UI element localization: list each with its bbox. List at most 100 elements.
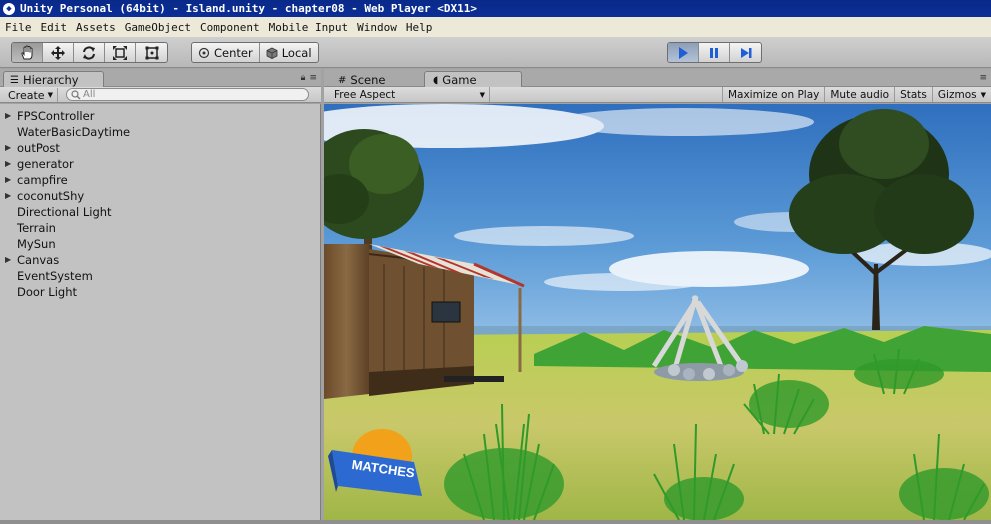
aspect-label: Free Aspect <box>334 88 396 101</box>
chevron-down-icon: ▼ <box>479 90 485 99</box>
game-tab-label: Game <box>442 73 477 87</box>
maximize-on-play-button[interactable]: Maximize on Play <box>721 87 824 102</box>
pivot-center-icon <box>198 47 210 58</box>
step-button[interactable] <box>730 43 761 62</box>
expand-arrow-icon[interactable]: ▶ <box>5 108 11 124</box>
hierarchy-item-fpscontroller[interactable]: ▶ FPSController <box>0 108 320 124</box>
status-bar <box>0 520 991 524</box>
hierarchy-item-label: Canvas <box>17 253 60 267</box>
menu-edit[interactable]: Edit <box>36 21 72 34</box>
menu-file[interactable]: File <box>0 21 36 34</box>
hierarchy-item-label: Directional Light <box>17 205 112 219</box>
hierarchy-item-generator[interactable]: ▶ generator <box>0 156 320 172</box>
menu-mobile-input[interactable]: Mobile Input <box>264 21 352 34</box>
hierarchy-item-canvas[interactable]: ▶ Canvas <box>0 252 320 268</box>
chevron-down-icon: ▼ <box>47 91 53 99</box>
scene-grid-icon: # <box>338 74 347 86</box>
window-title: Unity Personal (64bit) - Island.unity - … <box>20 2 477 15</box>
menu-assets[interactable]: Assets <box>71 21 120 34</box>
gizmos-label: Gizmos <box>937 88 977 101</box>
game-viewport[interactable]: MATCHES <box>324 104 991 520</box>
pivot-center-label: Center <box>214 45 253 60</box>
pause-icon <box>710 47 718 58</box>
hierarchy-list: ▶ FPSController WaterBasicDaytime ▶ outP… <box>0 104 321 520</box>
list-icon: ☰ <box>10 74 19 86</box>
expand-arrow-icon[interactable]: ▶ <box>5 188 11 204</box>
aspect-ratio-dropdown[interactable]: Free Aspect ▼ <box>328 87 490 102</box>
hierarchy-panel-controls: 🔒︎ ≡ <box>301 73 317 83</box>
step-icon <box>740 47 751 58</box>
expand-arrow-icon[interactable]: ▶ <box>5 140 11 156</box>
hierarchy-toolbar: Create ▼ All <box>0 87 321 103</box>
play-button[interactable] <box>668 43 699 62</box>
expand-arrow-icon[interactable]: ▶ <box>5 252 11 268</box>
expand-arrow-icon[interactable]: ▶ <box>5 156 11 172</box>
hierarchy-item-door-light[interactable]: Door Light <box>0 284 320 300</box>
rect-tool-button[interactable] <box>136 43 167 62</box>
hand-icon <box>21 44 33 59</box>
pivot-toggle-group: Center Local <box>191 42 319 63</box>
hierarchy-item-label: coconutShy <box>17 189 85 203</box>
play-controls <box>667 42 762 63</box>
pivot-local-button[interactable]: Local <box>260 43 318 62</box>
tab-hierarchy[interactable]: ☰ Hierarchy <box>3 71 104 88</box>
hierarchy-item-directional-light[interactable]: Directional Light <box>0 204 320 220</box>
hierarchy-item-eventsystem[interactable]: EventSystem <box>0 268 320 284</box>
hierarchy-item-label: WaterBasicDaytime <box>17 125 131 139</box>
hierarchy-item-waterbasicdaytime[interactable]: WaterBasicDaytime <box>0 124 320 140</box>
game-panel-controls: ≡ <box>979 73 987 83</box>
search-placeholder: All <box>83 89 96 100</box>
move-tool-button[interactable] <box>43 43 74 62</box>
hierarchy-item-mysun[interactable]: MySun <box>0 236 320 252</box>
hierarchy-item-campfire[interactable]: ▶ campfire <box>0 172 320 188</box>
pause-button[interactable] <box>699 43 730 62</box>
menu-help[interactable]: Help <box>401 21 437 34</box>
gizmos-button[interactable]: Gizmos ▼ <box>931 87 991 102</box>
rotate-icon <box>83 45 95 60</box>
rect-tool-icon <box>145 46 158 59</box>
stats-button[interactable]: Stats <box>894 87 932 102</box>
chevron-down-icon: ▼ <box>980 90 986 99</box>
panel-menu-icon[interactable]: ≡ <box>979 73 987 83</box>
tab-scene[interactable]: # Scene <box>329 71 419 88</box>
hierarchy-search-input[interactable]: All <box>66 88 309 101</box>
scale-tool-button[interactable] <box>105 43 136 62</box>
game-toolbar: Free Aspect ▼ Maximize on Play Mute audi… <box>324 87 991 103</box>
hierarchy-item-label: outPost <box>17 141 60 155</box>
main-toolbar: Center Local <box>0 37 991 68</box>
hand-tool-button[interactable] <box>12 43 43 62</box>
hierarchy-item-label: generator <box>17 157 74 171</box>
transform-tools <box>11 42 168 63</box>
hierarchy-tab-label: Hierarchy <box>22 73 79 87</box>
local-space-icon <box>266 47 278 59</box>
game-panel-header: # Scene ◖ Game ≡ <box>324 69 991 88</box>
lock-icon[interactable]: 🔒︎ <box>301 73 306 83</box>
expand-arrow-icon[interactable]: ▶ <box>5 172 11 188</box>
menu-component[interactable]: Component <box>195 21 264 34</box>
search-icon <box>71 89 81 99</box>
pivot-local-label: Local <box>281 45 312 60</box>
rotate-tool-button[interactable] <box>74 43 105 62</box>
create-dropdown[interactable]: Create ▼ <box>4 88 58 102</box>
hierarchy-header: ☰ Hierarchy 🔒︎ ≡ <box>0 69 321 88</box>
game-scene: MATCHES <box>324 104 991 520</box>
mute-audio-button[interactable]: Mute audio <box>824 87 894 102</box>
tab-game[interactable]: ◖ Game <box>424 71 522 88</box>
menu-window[interactable]: Window <box>352 21 401 34</box>
unity-logo-icon: ◆ <box>3 2 15 15</box>
scale-icon <box>113 45 127 60</box>
panel-menu-icon[interactable]: ≡ <box>309 73 317 83</box>
pivot-center-button[interactable]: Center <box>192 43 260 62</box>
menu-gameobject[interactable]: GameObject <box>120 21 195 34</box>
hierarchy-item-label: MySun <box>17 237 56 251</box>
hierarchy-item-terrain[interactable]: Terrain <box>0 220 320 236</box>
hierarchy-item-coconutshy[interactable]: ▶ coconutShy <box>0 188 320 204</box>
hierarchy-item-label: campfire <box>17 173 68 187</box>
hierarchy-item-outpost[interactable]: ▶ outPost <box>0 140 320 156</box>
hierarchy-item-label: FPSController <box>17 109 95 123</box>
create-label: Create <box>8 88 45 102</box>
hierarchy-item-label: Terrain <box>17 221 56 235</box>
window-title-bar: ◆ Unity Personal (64bit) - Island.unity … <box>0 0 991 17</box>
scene-tab-label: Scene <box>350 73 386 87</box>
play-icon <box>679 46 688 59</box>
